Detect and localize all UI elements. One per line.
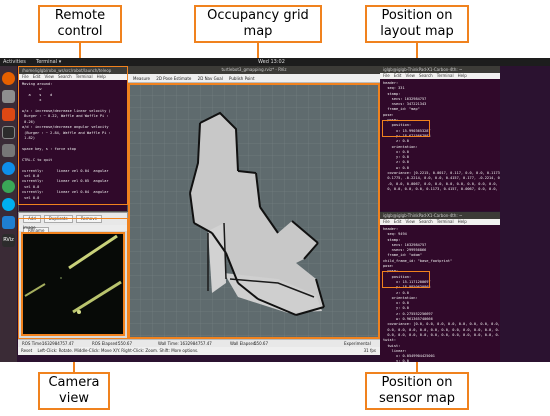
files-icon[interactable] bbox=[2, 90, 15, 103]
terminal-icon[interactable] bbox=[2, 126, 15, 139]
menu-view[interactable]: View bbox=[405, 73, 415, 78]
callout-sensor-map: Position on sensor map bbox=[365, 372, 469, 410]
reset-button[interactable]: Reset bbox=[21, 348, 32, 353]
callout-remote-control-text: Remote control bbox=[54, 8, 106, 39]
annotated-screenshot-figure: Remote control Occupancy grid map Positi… bbox=[0, 0, 550, 416]
callout-sensor-map-text: Position on sensor map bbox=[378, 375, 456, 406]
menu-search[interactable]: Search bbox=[419, 73, 433, 78]
menu-edit[interactable]: Edit bbox=[394, 73, 402, 78]
skype-icon[interactable] bbox=[2, 198, 15, 211]
rviz-title-bar: turtlebot3_gmapping.rviz* - RViz bbox=[128, 66, 380, 74]
remote-control-frame bbox=[18, 66, 128, 205]
teamviewer-icon[interactable] bbox=[2, 162, 15, 175]
occupancy-grid-view[interactable] bbox=[128, 83, 380, 339]
software-icon[interactable] bbox=[2, 108, 15, 121]
callout-layout-map: Position on layout map bbox=[365, 5, 469, 43]
sensor-position-highlight bbox=[382, 271, 430, 288]
rviz-time-bar: ROS Time: 1632984757.47 ROS Elapsed: 550… bbox=[18, 339, 380, 347]
rviz-status-bar: Reset Left-Click: Rotate. Middle-Click: … bbox=[18, 347, 380, 355]
callout-occupancy-grid-map-text: Occupancy grid map bbox=[207, 8, 309, 39]
menu-help[interactable]: Help bbox=[458, 73, 467, 78]
sensor-terminal-output: header: seq: 9494 stamp: secs: 163298475… bbox=[380, 225, 500, 362]
callout-layout-map-text: Position on layout map bbox=[380, 8, 454, 39]
status-hint: Left-Click: Rotate. Middle-Click: Move X… bbox=[37, 348, 199, 353]
menu-terminal[interactable]: Terminal bbox=[437, 73, 454, 78]
terminal-line: covariance: [0.0, 0.0, 0.0, 0.0, 0.0, 0.… bbox=[383, 322, 500, 327]
nav-goal-tool[interactable]: 2D Nav Goal bbox=[198, 76, 223, 81]
sensor-terminal-title: iglgb@iglgb-ThinkPad-X1-Carbon-4th: ~ bbox=[380, 212, 500, 219]
terminal-line: 0.0, 0.0, 0.0, 0.0, 0.0, 0.0, 0.0, 0.0, … bbox=[387, 332, 500, 337]
menu-file[interactable]: File bbox=[383, 73, 390, 78]
rviz-icon[interactable]: RViz bbox=[2, 234, 15, 247]
menu-file[interactable]: File bbox=[383, 219, 390, 224]
layout-terminal-title: iglgb@iglgb-ThinkPad-X1-Carbon-4th: ~ bbox=[380, 66, 500, 73]
terminal-line: 0.1775, -0.2214, 0.0, 0.0, 0.4157, 0.177… bbox=[387, 176, 500, 181]
settings-icon[interactable] bbox=[2, 144, 15, 157]
rviz-toolbar: Measure 2D Pose Estimate 2D Nav Goal Pub… bbox=[128, 74, 380, 83]
occupancy-grid-map bbox=[128, 83, 380, 339]
app-menu[interactable]: Terminal ▾ bbox=[36, 58, 61, 66]
firefox-icon[interactable] bbox=[2, 72, 15, 85]
camera-frame bbox=[18, 218, 128, 339]
sensor-map-terminal-window[interactable]: iglgb@iglgb-ThinkPad-X1-Carbon-4th: ~ Fi… bbox=[380, 212, 500, 362]
callout-remote-control: Remote control bbox=[38, 5, 122, 43]
callout-camera-view: Camera view bbox=[38, 372, 110, 410]
chrome-icon[interactable] bbox=[2, 180, 15, 193]
clock[interactable]: Wed 13:02 bbox=[258, 58, 285, 66]
menu-help[interactable]: Help bbox=[458, 219, 467, 224]
publish-point-tool[interactable]: Publish Point bbox=[229, 76, 254, 81]
fps-readout: 31 fps bbox=[363, 348, 376, 353]
measure-tool[interactable]: Measure bbox=[133, 76, 150, 81]
vscode-icon[interactable] bbox=[2, 216, 15, 229]
terminal-line: y: 0.0 bbox=[383, 359, 409, 362]
pose-estimate-tool[interactable]: 2D Pose Estimate bbox=[156, 76, 191, 81]
ubuntu-dock: RViz bbox=[0, 66, 17, 362]
callout-camera-view-text: Camera view bbox=[48, 375, 100, 406]
gnome-top-bar: Activities Terminal ▾ Wed 13:02 bbox=[0, 58, 550, 66]
menu-edit[interactable]: Edit bbox=[394, 219, 402, 224]
menu-view[interactable]: View bbox=[405, 219, 415, 224]
menu-search[interactable]: Search bbox=[419, 219, 433, 224]
menu-terminal[interactable]: Terminal bbox=[437, 219, 454, 224]
activities-button[interactable]: Activities bbox=[3, 58, 26, 66]
layout-map-terminal-window[interactable]: iglgb@iglgb-ThinkPad-X1-Carbon-4th: ~ Fi… bbox=[380, 66, 500, 211]
terminal-line: 0, 0.0, 0.0, 0.0, 0.1173, 0.4157, 0.0067… bbox=[387, 186, 500, 191]
layout-position-highlight bbox=[382, 120, 430, 137]
callout-occupancy-grid-map: Occupancy grid map bbox=[194, 5, 322, 43]
